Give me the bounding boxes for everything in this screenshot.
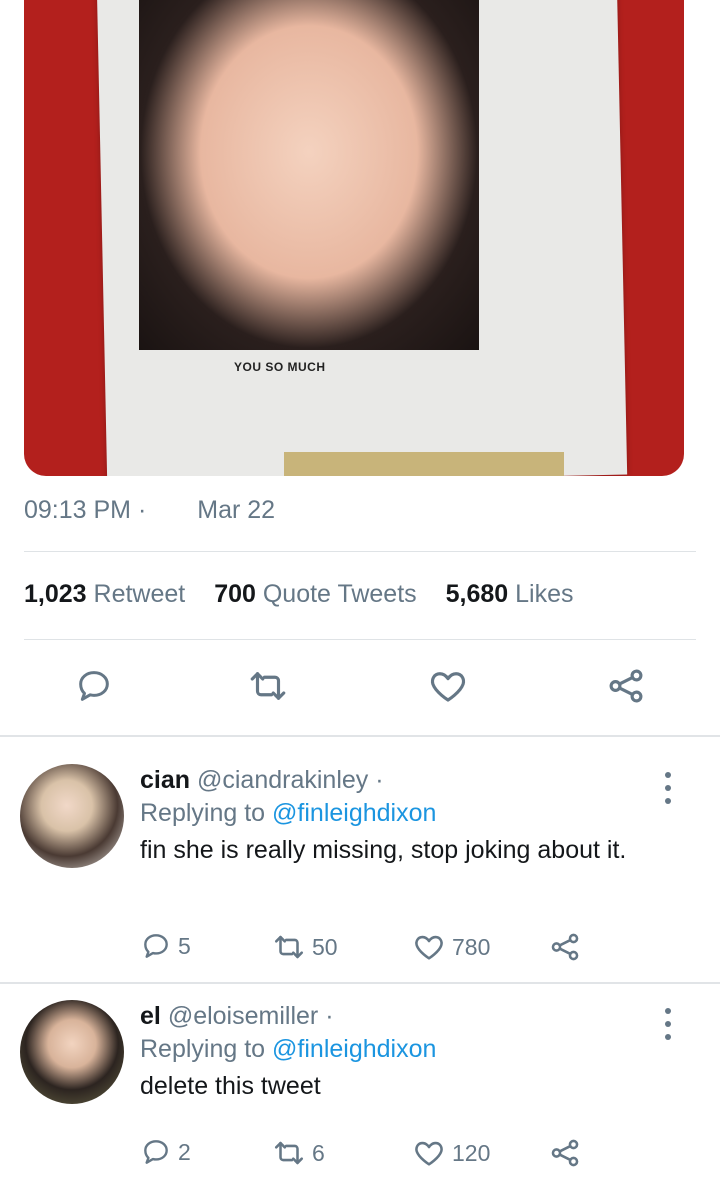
mention-link[interactable]: @finleighdixon — [272, 799, 436, 827]
avatar[interactable] — [20, 764, 124, 868]
like-count: 120 — [452, 1139, 491, 1166]
reply-count: 2 — [178, 1138, 191, 1165]
reply-button[interactable]: 5 — [140, 930, 191, 962]
reply-action-bar: 2 6 120 — [140, 1136, 610, 1176]
divider — [24, 639, 696, 640]
tweet-date: Mar 22 — [197, 496, 276, 524]
poster-caption: YOU SO MUCH — [234, 360, 326, 374]
like-button[interactable] — [426, 664, 470, 708]
share-button[interactable] — [604, 664, 648, 708]
reply-content: cian @ciandrakinley · Replying to @finle… — [140, 764, 660, 866]
reply-tweet[interactable]: cian @ciandrakinley · Replying to @finle… — [0, 750, 720, 982]
like-button[interactable]: 120 — [412, 1136, 490, 1170]
reply-header: cian @ciandrakinley · — [140, 764, 660, 796]
user-handle[interactable]: @eloisemiller — [168, 1002, 318, 1030]
share-button[interactable] — [548, 930, 588, 964]
likes-count: 5,680 — [445, 580, 509, 608]
retweet-icon — [274, 1141, 304, 1165]
avatar[interactable] — [20, 1000, 124, 1104]
mention-link[interactable]: @finleighdixon — [272, 1035, 436, 1063]
reply-text: fin she is really missing, stop joking a… — [140, 836, 627, 864]
share-icon — [551, 933, 579, 961]
share-button[interactable] — [548, 1136, 588, 1170]
like-count: 780 — [452, 933, 491, 960]
header-dot: · — [325, 1002, 334, 1030]
retweet-icon — [250, 672, 286, 700]
retweet-button[interactable]: 6 — [272, 1136, 325, 1170]
quotes-label: Quote Tweets — [262, 580, 417, 608]
replying-to-label: Replying to — [140, 1035, 266, 1063]
retweet-count: 6 — [312, 1139, 325, 1166]
share-icon — [609, 669, 643, 703]
replying-to-label: Replying to — [140, 799, 266, 827]
retweet-icon — [274, 935, 304, 959]
reply-text: delete this tweet — [140, 1072, 321, 1100]
quotes-stat[interactable]: 700 Quote Tweets — [214, 580, 416, 608]
likes-stat[interactable]: 5,680 Likes — [446, 580, 574, 608]
like-button[interactable]: 780 — [412, 930, 490, 964]
replying-to: Replying to @finleighdixon — [140, 1032, 660, 1066]
tape — [284, 452, 564, 476]
reply-icon — [79, 671, 109, 701]
tweet-time: 09:13 PM — [24, 496, 132, 524]
reply-count: 5 — [178, 932, 191, 959]
section-divider — [0, 982, 720, 984]
reply-icon — [144, 934, 168, 958]
reply-button[interactable] — [72, 664, 116, 708]
section-divider — [0, 735, 720, 737]
tweet-timestamp: 09:13 PM · Mar 22 — [24, 496, 275, 525]
timestamp-separator: · — [137, 496, 147, 524]
divider — [24, 551, 696, 552]
heart-icon — [415, 1141, 443, 1166]
tweet-stats: 1,023 Retweet 700 Quote Tweets 5,680 Lik… — [24, 580, 596, 609]
reply-button[interactable]: 2 — [140, 1136, 191, 1168]
share-icon — [551, 1139, 579, 1167]
heart-icon — [415, 935, 443, 960]
reply-content: el @eloisemiller · Replying to @finleigh… — [140, 1000, 660, 1102]
retweets-label: Retweet — [93, 580, 186, 608]
reply-action-bar: 5 50 780 — [140, 930, 610, 970]
heart-icon — [430, 672, 466, 702]
tweet-action-bar — [0, 664, 720, 712]
replying-to: Replying to @finleighdixon — [140, 796, 660, 830]
more-options-button[interactable] — [656, 1004, 680, 1044]
tweet-media-image[interactable]: YOU SO MUCH — [24, 0, 684, 476]
likes-label: Likes — [515, 580, 574, 608]
retweets-stat[interactable]: 1,023 Retweet — [24, 580, 185, 608]
photo — [139, 0, 479, 350]
display-name[interactable]: el — [140, 1002, 161, 1030]
display-name[interactable]: cian — [140, 766, 190, 794]
quotes-count: 700 — [214, 580, 256, 608]
reply-header: el @eloisemiller · — [140, 1000, 660, 1032]
retweet-count: 50 — [312, 933, 338, 960]
reply-icon — [144, 1140, 168, 1164]
retweets-count: 1,023 — [24, 580, 87, 608]
user-handle[interactable]: @ciandrakinley — [197, 766, 368, 794]
reply-tweet[interactable]: el @eloisemiller · Replying to @finleigh… — [0, 986, 720, 1180]
retweet-button[interactable] — [246, 664, 290, 708]
header-dot: · — [375, 766, 384, 794]
retweet-button[interactable]: 50 — [272, 930, 338, 964]
more-options-button[interactable] — [656, 768, 680, 808]
